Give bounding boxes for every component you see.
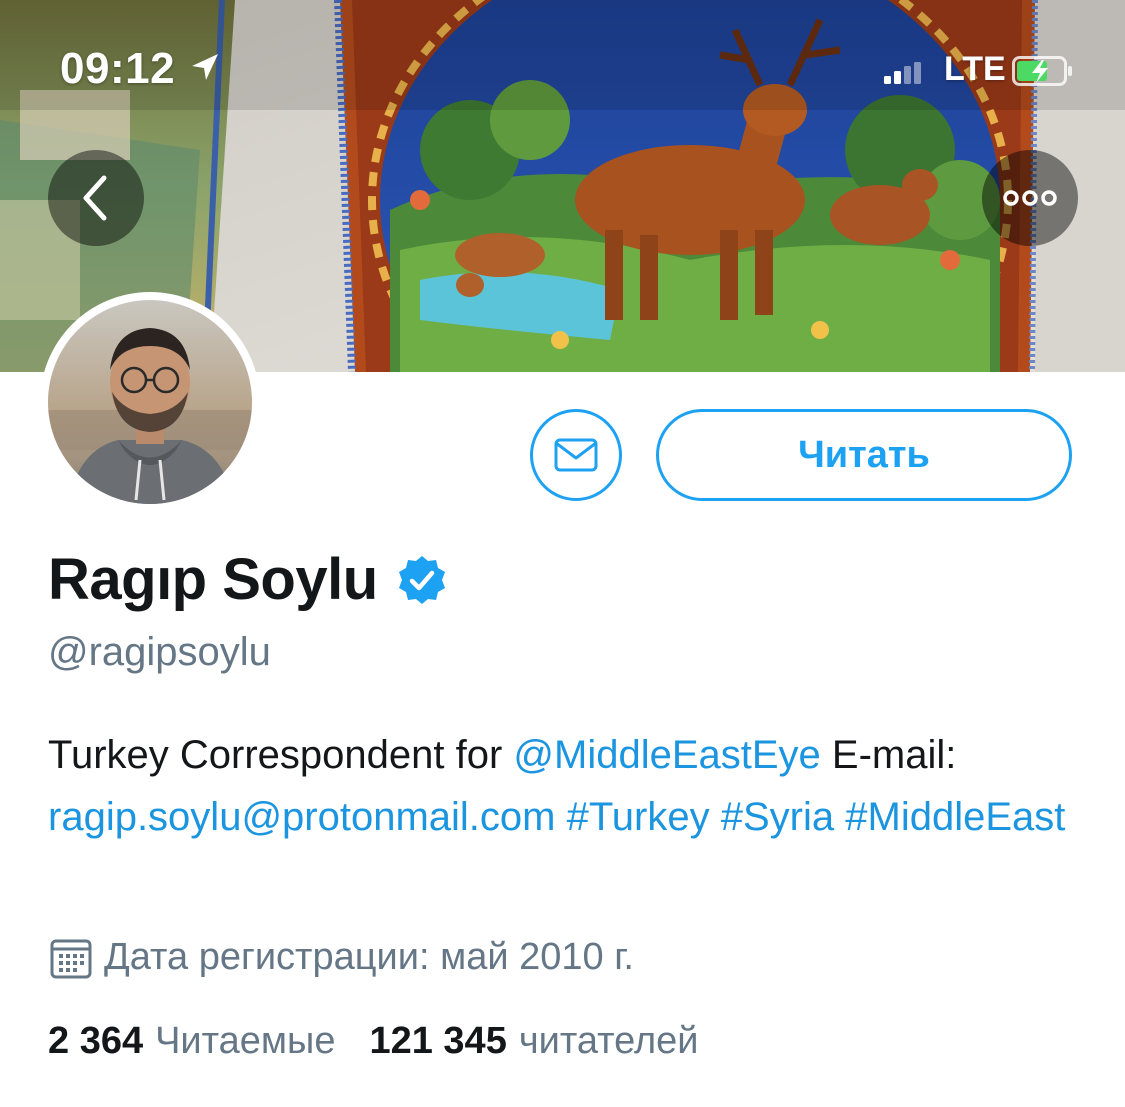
envelope-icon bbox=[554, 438, 598, 472]
followers-label: читателей bbox=[518, 1020, 699, 1062]
followers-stat[interactable]: 121 345 читателей bbox=[369, 1020, 698, 1063]
profile-bio: Turkey Correspondent for @MiddleEastEye … bbox=[48, 724, 1088, 848]
bio-hashtag-link[interactable]: #MiddleEast bbox=[845, 795, 1065, 839]
following-stat[interactable]: 2 364 Читаемые bbox=[48, 1020, 335, 1063]
bio-hashtag-link[interactable]: #Syria bbox=[721, 795, 834, 839]
calendar-icon bbox=[50, 939, 92, 978]
back-button[interactable] bbox=[48, 150, 144, 246]
following-count: 2 364 bbox=[48, 1020, 144, 1062]
chevron-left-icon bbox=[83, 175, 107, 221]
profile-avatar[interactable] bbox=[40, 292, 260, 512]
followers-count: 121 345 bbox=[369, 1020, 507, 1062]
signal-icon bbox=[884, 62, 921, 84]
more-options-button[interactable] bbox=[982, 150, 1078, 246]
joined-date: Дата регистрации: май 2010 г. bbox=[50, 936, 634, 979]
location-arrow-icon bbox=[192, 54, 218, 80]
bio-mention-link[interactable]: @MiddleEastEye bbox=[513, 733, 820, 777]
profile-screen: 09:12 LTE Читать Ragıp Soylu @ragipsoylu… bbox=[0, 0, 1125, 1107]
verified-badge-icon bbox=[398, 555, 445, 604]
avatar-photo bbox=[48, 300, 252, 504]
bio-email-link[interactable]: ragip.soylu@protonmail.com bbox=[48, 795, 555, 839]
network-type: LTE bbox=[944, 50, 1006, 88]
profile-stats: 2 364 Читаемые 121 345 читателей bbox=[48, 1020, 699, 1063]
bio-text: Turkey Correspondent for bbox=[48, 733, 514, 777]
status-time: 09:12 bbox=[60, 44, 176, 93]
more-dots-icon bbox=[1003, 190, 1057, 206]
bio-hashtag-link[interactable]: #Turkey bbox=[567, 795, 710, 839]
user-handle: @ragipsoylu bbox=[48, 630, 271, 674]
joined-text: Дата регистрации: май 2010 г. bbox=[104, 936, 634, 978]
battery-charging-icon bbox=[1012, 56, 1072, 86]
message-button[interactable] bbox=[530, 409, 622, 501]
follow-button[interactable]: Читать bbox=[656, 409, 1072, 501]
display-name: Ragıp Soylu bbox=[48, 547, 378, 612]
bio-text: E-mail: bbox=[820, 733, 957, 777]
display-name-row: Ragıp Soylu bbox=[48, 546, 448, 613]
following-label: Читаемые bbox=[155, 1020, 336, 1062]
